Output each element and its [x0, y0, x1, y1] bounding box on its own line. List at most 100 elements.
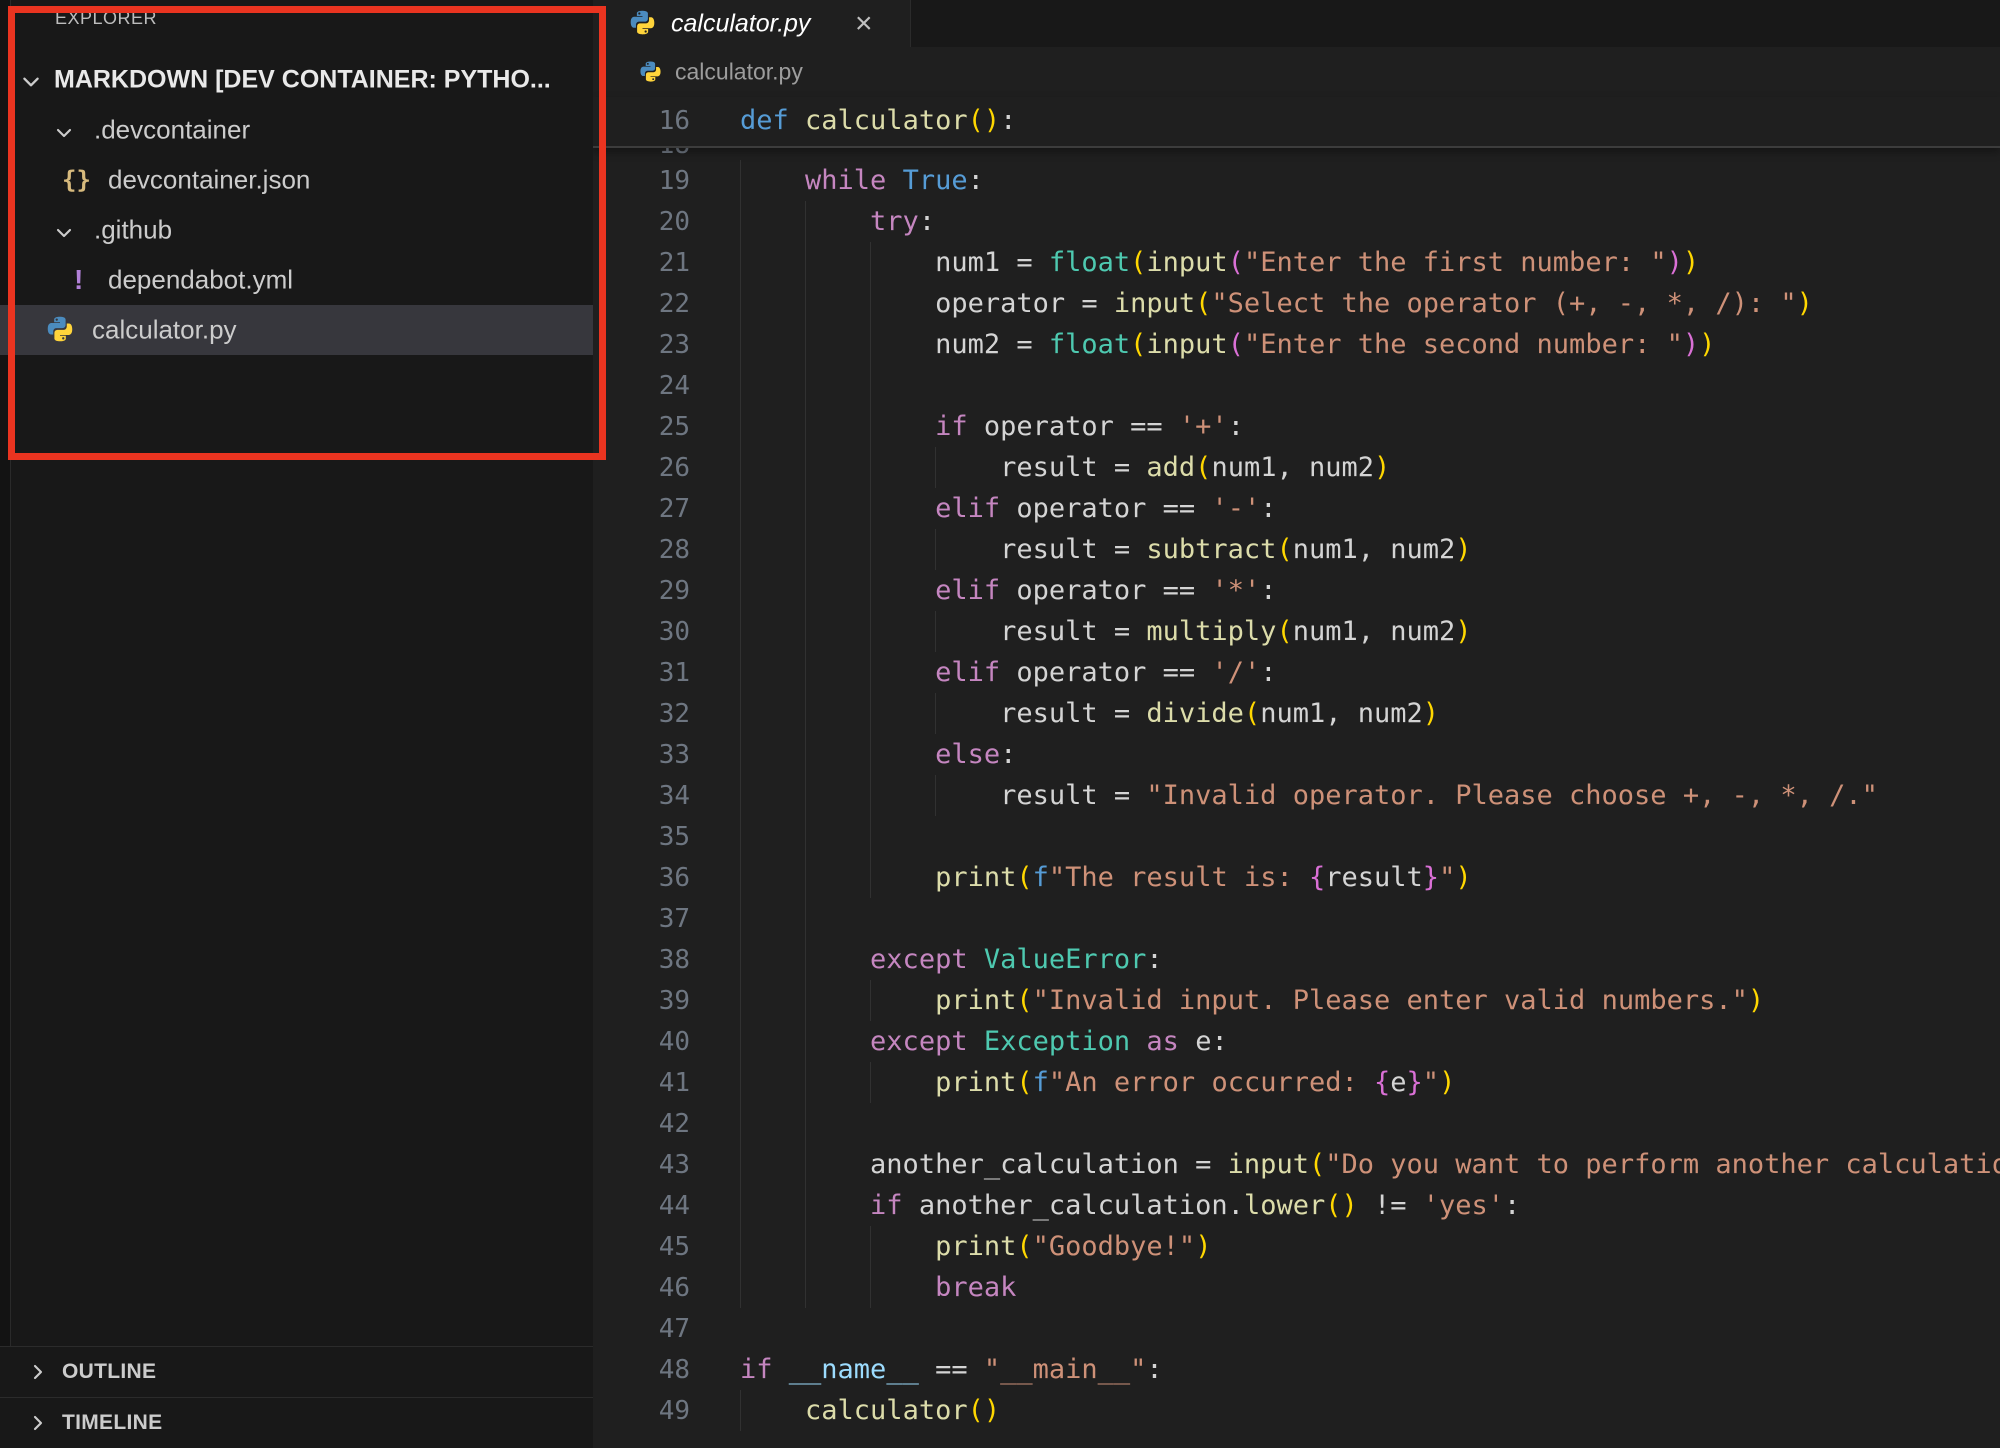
code-line-32[interactable]: 32 result = divide(num1, num2)	[593, 693, 2000, 734]
code-line-26[interactable]: 26 result = add(num1, num2)	[593, 447, 2000, 488]
indent-guide	[935, 611, 936, 652]
code-line-22[interactable]: 22 operator = input("Select the operator…	[593, 283, 2000, 324]
code-line-28[interactable]: 28 result = subtract(num1, num2)	[593, 529, 2000, 570]
tab-calculator-py[interactable]: calculator.py ×	[593, 0, 911, 47]
line-number: 43	[593, 1145, 690, 1186]
close-icon[interactable]: ×	[855, 9, 873, 39]
line-number: 20	[593, 202, 690, 243]
code-line-41[interactable]: 41 print(f"An error occurred: {e}")	[593, 1062, 2000, 1103]
code-line-16[interactable]: 16def calculator():	[593, 97, 2000, 144]
tree-item-label: .github	[94, 215, 172, 246]
indent-guide	[740, 242, 741, 283]
code-line-31[interactable]: 31 elif operator == '/':	[593, 652, 2000, 693]
code-area[interactable]: 1819 while True:20 try:21 num1 = float(i…	[593, 146, 2000, 1438]
indent-guide	[805, 693, 806, 734]
code-line-42[interactable]: 42	[593, 1103, 2000, 1144]
code-line-27[interactable]: 27 elif operator == '-':	[593, 488, 2000, 529]
indent-guide	[870, 242, 871, 283]
tree-item-dependabot.yml[interactable]: !dependabot.yml	[0, 255, 593, 305]
code-line-49[interactable]: 49 calculator()	[593, 1390, 2000, 1431]
indent-guide	[740, 611, 741, 652]
indent-guide	[740, 1144, 741, 1185]
code-line-24[interactable]: 24	[593, 365, 2000, 406]
indent-guide	[805, 324, 806, 365]
code-line-23[interactable]: 23 num2 = float(input("Enter the second …	[593, 324, 2000, 365]
indent-guide	[740, 1185, 741, 1226]
code-line-50[interactable]: 50	[593, 1431, 2000, 1438]
line-number: 35	[593, 817, 690, 858]
code-line-29[interactable]: 29 elif operator == '*':	[593, 570, 2000, 611]
code-text: elif operator == '/':	[740, 657, 1276, 688]
code-line-43[interactable]: 43 another_calculation = input("Do you w…	[593, 1144, 2000, 1185]
line-number: 21	[593, 243, 690, 284]
indent-guide	[805, 529, 806, 570]
indent-guide	[935, 693, 936, 734]
indent-guide	[740, 652, 741, 693]
tree-item-calculator.py[interactable]: calculator.py	[0, 305, 593, 355]
indent-guide	[935, 775, 936, 816]
line-number: 23	[593, 325, 690, 366]
chevron-down-icon	[54, 219, 74, 250]
code-line-20[interactable]: 20 try:	[593, 201, 2000, 242]
code-line-48[interactable]: 48if __name__ == "__main__":	[593, 1349, 2000, 1390]
sticky-scroll-line[interactable]: 16def calculator():	[593, 97, 2000, 148]
code-line-18[interactable]: 18	[593, 146, 2000, 160]
tree-item-.devcontainer[interactable]: .devcontainer	[0, 105, 593, 155]
line-number: 24	[593, 366, 690, 407]
code-line-45[interactable]: 45 print("Goodbye!")	[593, 1226, 2000, 1267]
code-text: elif operator == '-':	[740, 493, 1276, 524]
indent-guide	[870, 857, 871, 898]
indent-guide	[740, 365, 741, 406]
code-line-38[interactable]: 38 except ValueError:	[593, 939, 2000, 980]
indent-guide	[740, 734, 741, 775]
code-text: result = divide(num1, num2)	[740, 698, 1439, 729]
tree-item-devcontainer.json[interactable]: {}devcontainer.json	[0, 155, 593, 205]
indent-guide	[805, 242, 806, 283]
code-line-44[interactable]: 44 if another_calculation.lower() != 'ye…	[593, 1185, 2000, 1226]
line-number: 27	[593, 489, 690, 530]
code-line-35[interactable]: 35	[593, 816, 2000, 857]
indent-guide	[870, 365, 871, 406]
code-line-47[interactable]: 47	[593, 1308, 2000, 1349]
code-text: else:	[740, 739, 1016, 770]
panel-timeline[interactable]: TIMELINE	[0, 1397, 593, 1448]
code-line-34[interactable]: 34 result = "Invalid operator. Please ch…	[593, 775, 2000, 816]
indent-guide	[805, 775, 806, 816]
indent-guide	[740, 160, 741, 201]
line-number: 18	[593, 146, 690, 160]
code-line-19[interactable]: 19 while True:	[593, 160, 2000, 201]
code-line-39[interactable]: 39 print("Invalid input. Please enter va…	[593, 980, 2000, 1021]
code-line-40[interactable]: 40 except Exception as e:	[593, 1021, 2000, 1062]
explorer-sidebar: EXPLORER ⋯ MARKDOWN [DEV CONTAINER: PYTH…	[0, 0, 593, 1438]
code-text: while True:	[740, 165, 984, 196]
code-line-25[interactable]: 25 if operator == '+':	[593, 406, 2000, 447]
code-line-37[interactable]: 37	[593, 898, 2000, 939]
more-actions-icon[interactable]: ⋯	[514, 0, 544, 29]
line-number: 39	[593, 981, 690, 1022]
chevron-right-icon	[28, 1362, 48, 1388]
indent-guide	[805, 447, 806, 488]
code-text: print("Invalid input. Please enter valid…	[740, 985, 1764, 1016]
tree-item-.github[interactable]: .github	[0, 205, 593, 255]
code-text: result = add(num1, num2)	[740, 452, 1390, 483]
indent-guide	[805, 1021, 806, 1062]
code-line-36[interactable]: 36 print(f"The result is: {result}")	[593, 857, 2000, 898]
line-number: 19	[593, 161, 690, 202]
indent-guide	[935, 529, 936, 570]
tree-item-markdown-dev-container-pytho...[interactable]: MARKDOWN [DEV CONTAINER: PYTHO...	[0, 55, 593, 105]
code-line-33[interactable]: 33 else:	[593, 734, 2000, 775]
chevron-down-icon	[54, 119, 74, 150]
code-text: another_calculation = input("Do you want…	[740, 1149, 2000, 1180]
code-line-21[interactable]: 21 num1 = float(input("Enter the first n…	[593, 242, 2000, 283]
line-number: 46	[593, 1268, 690, 1309]
indent-guide	[740, 816, 741, 857]
line-number: 40	[593, 1022, 690, 1063]
code-line-30[interactable]: 30 result = multiply(num1, num2)	[593, 611, 2000, 652]
line-number: 31	[593, 653, 690, 694]
indent-guide	[870, 1226, 871, 1267]
breadcrumb[interactable]: calculator.py	[593, 47, 2000, 97]
panel-outline[interactable]: OUTLINE	[0, 1346, 593, 1397]
indent-guide	[805, 939, 806, 980]
indent-guide	[740, 447, 741, 488]
code-line-46[interactable]: 46 break	[593, 1267, 2000, 1308]
